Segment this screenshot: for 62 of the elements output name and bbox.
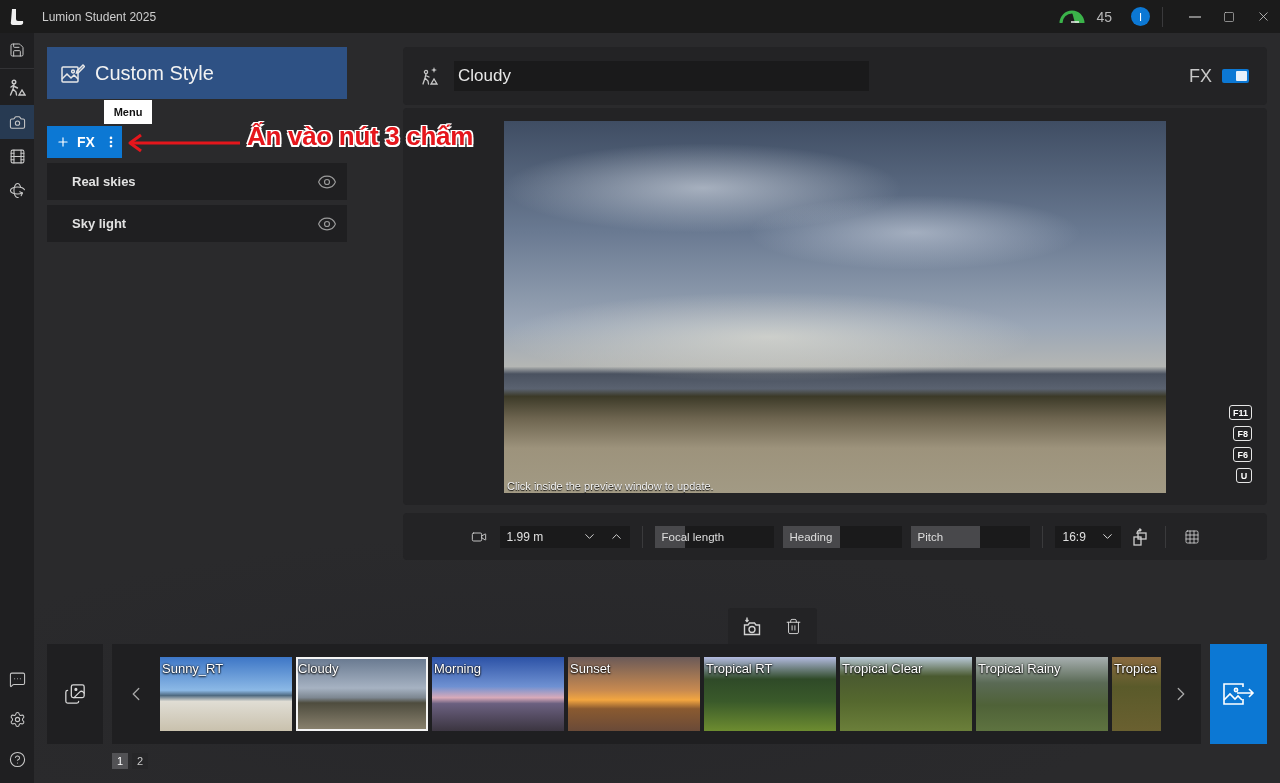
effect-item[interactable]: Real skies: [47, 163, 347, 200]
window-title: Lumion Student 2025: [42, 9, 157, 24]
person-sparkle-icon: [420, 66, 440, 86]
preview-hint: Click inside the preview window to update.: [507, 480, 714, 492]
page-button[interactable]: 2: [132, 753, 148, 769]
camera-icon: [8, 113, 26, 131]
app-logo-icon: [10, 8, 24, 25]
preset-thumbnail[interactable]: Morning: [432, 657, 564, 731]
gauge-icon: [1059, 9, 1086, 24]
plus-icon: [56, 135, 70, 149]
delete-preset-button[interactable]: [785, 617, 802, 635]
image-edit-icon: [61, 62, 85, 84]
effect-item[interactable]: Sky light: [47, 205, 347, 242]
settings-icon: [8, 710, 26, 728]
preset-thumbnail[interactable]: Tropica: [1112, 657, 1161, 731]
shortcut-key[interactable]: F6: [1233, 447, 1252, 462]
page-button[interactable]: 1: [112, 753, 128, 769]
minimize-icon: [1189, 15, 1201, 18]
add-fx-button[interactable]: FX: [47, 126, 104, 158]
annotation-text: Ấn vào nút 3 chấm: [247, 121, 474, 152]
camera-add-icon: [743, 616, 761, 636]
slider-fill[interactable]: [782, 525, 840, 548]
maximize-icon: [1223, 10, 1235, 23]
grid-button[interactable]: [1183, 528, 1200, 545]
effect-name: Real skies: [72, 174, 136, 189]
slider[interactable]: Pitch: [910, 525, 1030, 548]
chat-icon: [8, 670, 26, 688]
person-icon: [8, 79, 26, 97]
menu-tooltip: Menu: [104, 100, 152, 124]
orientation-button[interactable]: [1132, 527, 1147, 546]
help-icon: [8, 750, 26, 768]
shortcut-key[interactable]: U: [1236, 468, 1252, 483]
height-field[interactable]: 1.99 m: [499, 525, 576, 548]
export-button[interactable]: [1210, 644, 1267, 744]
film-icon: [8, 147, 26, 165]
fx-label: FX: [1189, 65, 1212, 87]
library-button[interactable]: [47, 644, 103, 744]
trash-icon: [785, 617, 802, 635]
slider-fill[interactable]: [910, 525, 980, 548]
aspect-ratio-dropdown[interactable]: 16:9: [1054, 525, 1121, 548]
save-icon: [9, 42, 25, 58]
style-title: Custom Style: [95, 61, 214, 85]
effect-name-field[interactable]: Cloudy: [454, 61, 869, 91]
grid-icon: [1183, 528, 1200, 545]
image-arrow-icon: [1222, 682, 1255, 706]
user-avatar[interactable]: I: [1131, 7, 1150, 26]
shortcut-key[interactable]: F8: [1233, 426, 1252, 441]
frame-rotate-icon: [1132, 527, 1147, 546]
shortcut-key[interactable]: F11: [1229, 405, 1252, 420]
preset-thumbnail[interactable]: Tropical RT: [704, 657, 836, 731]
preset-thumbnail[interactable]: Sunset: [568, 657, 700, 731]
photo-mode-button[interactable]: [0, 105, 34, 139]
performance-value: 45: [1096, 8, 1112, 25]
save-preset-button[interactable]: [743, 616, 761, 636]
fx-toggle[interactable]: [1222, 69, 1249, 83]
slider[interactable]: Heading: [782, 525, 902, 548]
images-icon: [64, 683, 86, 705]
slider[interactable]: Focal length: [654, 525, 774, 548]
preset-thumbnail[interactable]: Tropical Clear: [840, 657, 972, 731]
rotate-icon: [8, 181, 26, 199]
effect-name: Sky light: [72, 216, 127, 231]
menu-button[interactable]: [104, 126, 122, 158]
